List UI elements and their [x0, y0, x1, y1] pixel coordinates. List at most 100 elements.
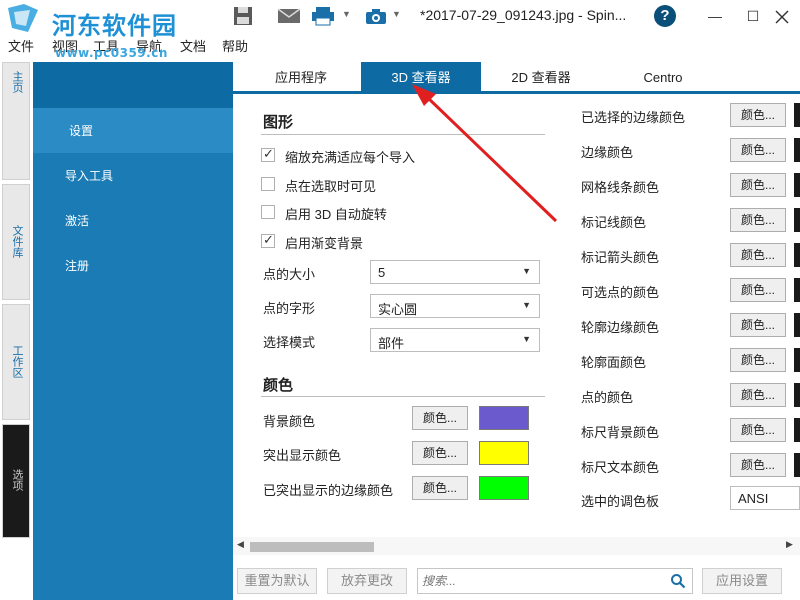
selection-mode-select[interactable]: 部件 ▼	[370, 328, 540, 352]
right-color-label: 边缘颜色	[581, 145, 634, 160]
right-color-button[interactable]: 颜色...	[730, 418, 786, 442]
right-color-button[interactable]: 颜色...	[730, 103, 786, 127]
checkbox-box[interactable]	[261, 232, 275, 248]
print-icon[interactable]	[311, 6, 335, 26]
background-color-button[interactable]: 颜色...	[412, 406, 468, 430]
right-color-button[interactable]: 颜色...	[730, 173, 786, 197]
chevron-down-icon: ▼	[522, 334, 531, 344]
settings-tab-bar: 应用程序 3D 查看器 2D 查看器 Centro	[233, 62, 800, 94]
reset-default-button[interactable]: 重置为默认	[237, 568, 317, 594]
colors-section-title: 颜色	[263, 377, 294, 394]
point-size-select[interactable]: 5 ▼	[370, 260, 540, 284]
right-color-button[interactable]: 颜色...	[730, 243, 786, 267]
sidebar-item-activate[interactable]: 激活	[33, 198, 233, 243]
search-input[interactable]	[422, 572, 662, 590]
right-color-swatch[interactable]	[794, 313, 800, 337]
tab-centro[interactable]: Centro	[613, 62, 713, 94]
sidebar-item-import-tools[interactable]: 导入工具	[33, 153, 233, 198]
right-color-label: 标尺背景颜色	[581, 425, 660, 440]
graphics-section-title: 图形	[263, 114, 294, 131]
right-color-swatch[interactable]	[794, 103, 800, 127]
selection-mode-label: 选择模式	[263, 335, 316, 350]
vtab-workspace[interactable]: 工作区	[2, 304, 30, 420]
maximize-button[interactable]: ☐	[738, 4, 768, 28]
scroll-right-icon[interactable]: ▶	[786, 539, 793, 550]
watermark-logo-icon	[8, 4, 38, 32]
chevron-down-icon: ▼	[522, 300, 531, 310]
email-icon[interactable]	[277, 6, 301, 26]
highlight-color-label: 突出显示颜色	[263, 448, 342, 463]
highlight-color-button[interactable]: 颜色...	[412, 441, 468, 465]
scroll-left-icon[interactable]: ◀	[237, 539, 244, 550]
right-color-button[interactable]: 颜色...	[730, 138, 786, 162]
palette-select[interactable]: ANSI	[730, 486, 800, 510]
sidebar-item-register[interactable]: 注册	[33, 243, 233, 288]
search-icon[interactable]	[670, 573, 686, 589]
vtab-library[interactable]: 文件库	[2, 184, 30, 300]
menu-document[interactable]: 文档	[180, 36, 206, 55]
right-color-swatch[interactable]	[794, 278, 800, 302]
right-color-swatch[interactable]	[794, 173, 800, 197]
print-dropdown-icon[interactable]: ▼	[342, 9, 351, 29]
highlighted-edge-color-button[interactable]: 颜色...	[412, 476, 468, 500]
right-color-swatch[interactable]	[794, 453, 800, 477]
right-color-label: 已选择的边缘颜色	[581, 110, 686, 125]
discard-changes-button[interactable]: 放弃更改	[327, 568, 407, 594]
right-color-swatch[interactable]	[794, 138, 800, 162]
vtab-options[interactable]: 选项	[2, 424, 30, 538]
right-color-button[interactable]: 颜色...	[730, 348, 786, 372]
right-color-button[interactable]: 颜色...	[730, 383, 786, 407]
highlight-color-swatch[interactable]	[479, 441, 529, 465]
point-size-label: 点的大小	[263, 267, 316, 282]
point-glyph-select[interactable]: 实心圆 ▼	[370, 294, 540, 318]
camera-dropdown-icon[interactable]: ▼	[392, 9, 401, 29]
right-color-label: 标记线颜色	[581, 215, 647, 230]
background-color-label: 背景颜色	[263, 414, 316, 429]
watermark-url: www.pc0359.cn	[55, 46, 168, 60]
sidebar-item-settings[interactable]: 设置	[33, 108, 233, 153]
save-icon[interactable]	[232, 6, 254, 26]
tab-3d-viewer[interactable]: 3D 查看器	[361, 62, 481, 94]
menu-file[interactable]: 文件	[8, 36, 34, 55]
right-color-swatch[interactable]	[794, 243, 800, 267]
title-bar: 河东软件园 ▼ ▼ *2017-07-29_091243.jpg - Spin.…	[0, 0, 800, 40]
minimize-button[interactable]: —	[700, 4, 730, 28]
horizontal-scrollbar[interactable]: ◀ ▶	[233, 537, 800, 555]
help-button[interactable]: ?	[654, 5, 676, 27]
sidebar-header	[33, 62, 233, 108]
checkbox-box[interactable]	[261, 146, 275, 162]
point-glyph-label: 点的字形	[263, 301, 316, 316]
background-color-swatch[interactable]	[479, 406, 529, 430]
settings-search	[417, 568, 693, 594]
right-color-label: 点的颜色	[581, 390, 634, 405]
right-color-swatch[interactable]	[794, 418, 800, 442]
right-color-label: 可选点的颜色	[581, 285, 660, 300]
right-color-swatch[interactable]	[794, 348, 800, 372]
right-color-button[interactable]: 颜色...	[730, 453, 786, 477]
right-color-label: 轮廓边缘颜色	[581, 320, 660, 335]
right-color-button[interactable]: 颜色...	[730, 278, 786, 302]
highlighted-edge-color-swatch[interactable]	[479, 476, 529, 500]
right-color-label: 标尺文本颜色	[581, 460, 660, 475]
camera-icon[interactable]	[364, 6, 388, 26]
highlighted-edge-color-label: 已突出显示的边缘颜色	[263, 483, 394, 498]
tab-application[interactable]: 应用程序	[251, 62, 351, 94]
right-color-button[interactable]: 颜色...	[730, 313, 786, 337]
tab-2d-viewer[interactable]: 2D 查看器	[491, 62, 591, 94]
vtab-home[interactable]: 主页	[2, 62, 30, 180]
checkbox-box[interactable]	[261, 205, 275, 219]
graphics-divider	[261, 134, 545, 135]
apply-settings-button[interactable]: 应用设置	[702, 568, 782, 594]
right-color-label: 网格线条颜色	[581, 180, 660, 195]
vertical-tab-strip: 主页 文件库 工作区 选项	[0, 62, 32, 600]
menu-help[interactable]: 帮助	[222, 36, 248, 55]
chevron-down-icon: ▼	[522, 266, 531, 276]
scrollbar-thumb[interactable]	[250, 542, 374, 552]
document-title: *2017-07-29_091243.jpg - Spin...	[420, 7, 627, 23]
right-color-label: 轮廓面颜色	[581, 355, 647, 370]
close-icon[interactable]	[775, 10, 789, 24]
right-color-button[interactable]: 颜色...	[730, 208, 786, 232]
right-color-swatch[interactable]	[794, 383, 800, 407]
right-color-swatch[interactable]	[794, 208, 800, 232]
checkbox-box[interactable]	[261, 177, 275, 191]
